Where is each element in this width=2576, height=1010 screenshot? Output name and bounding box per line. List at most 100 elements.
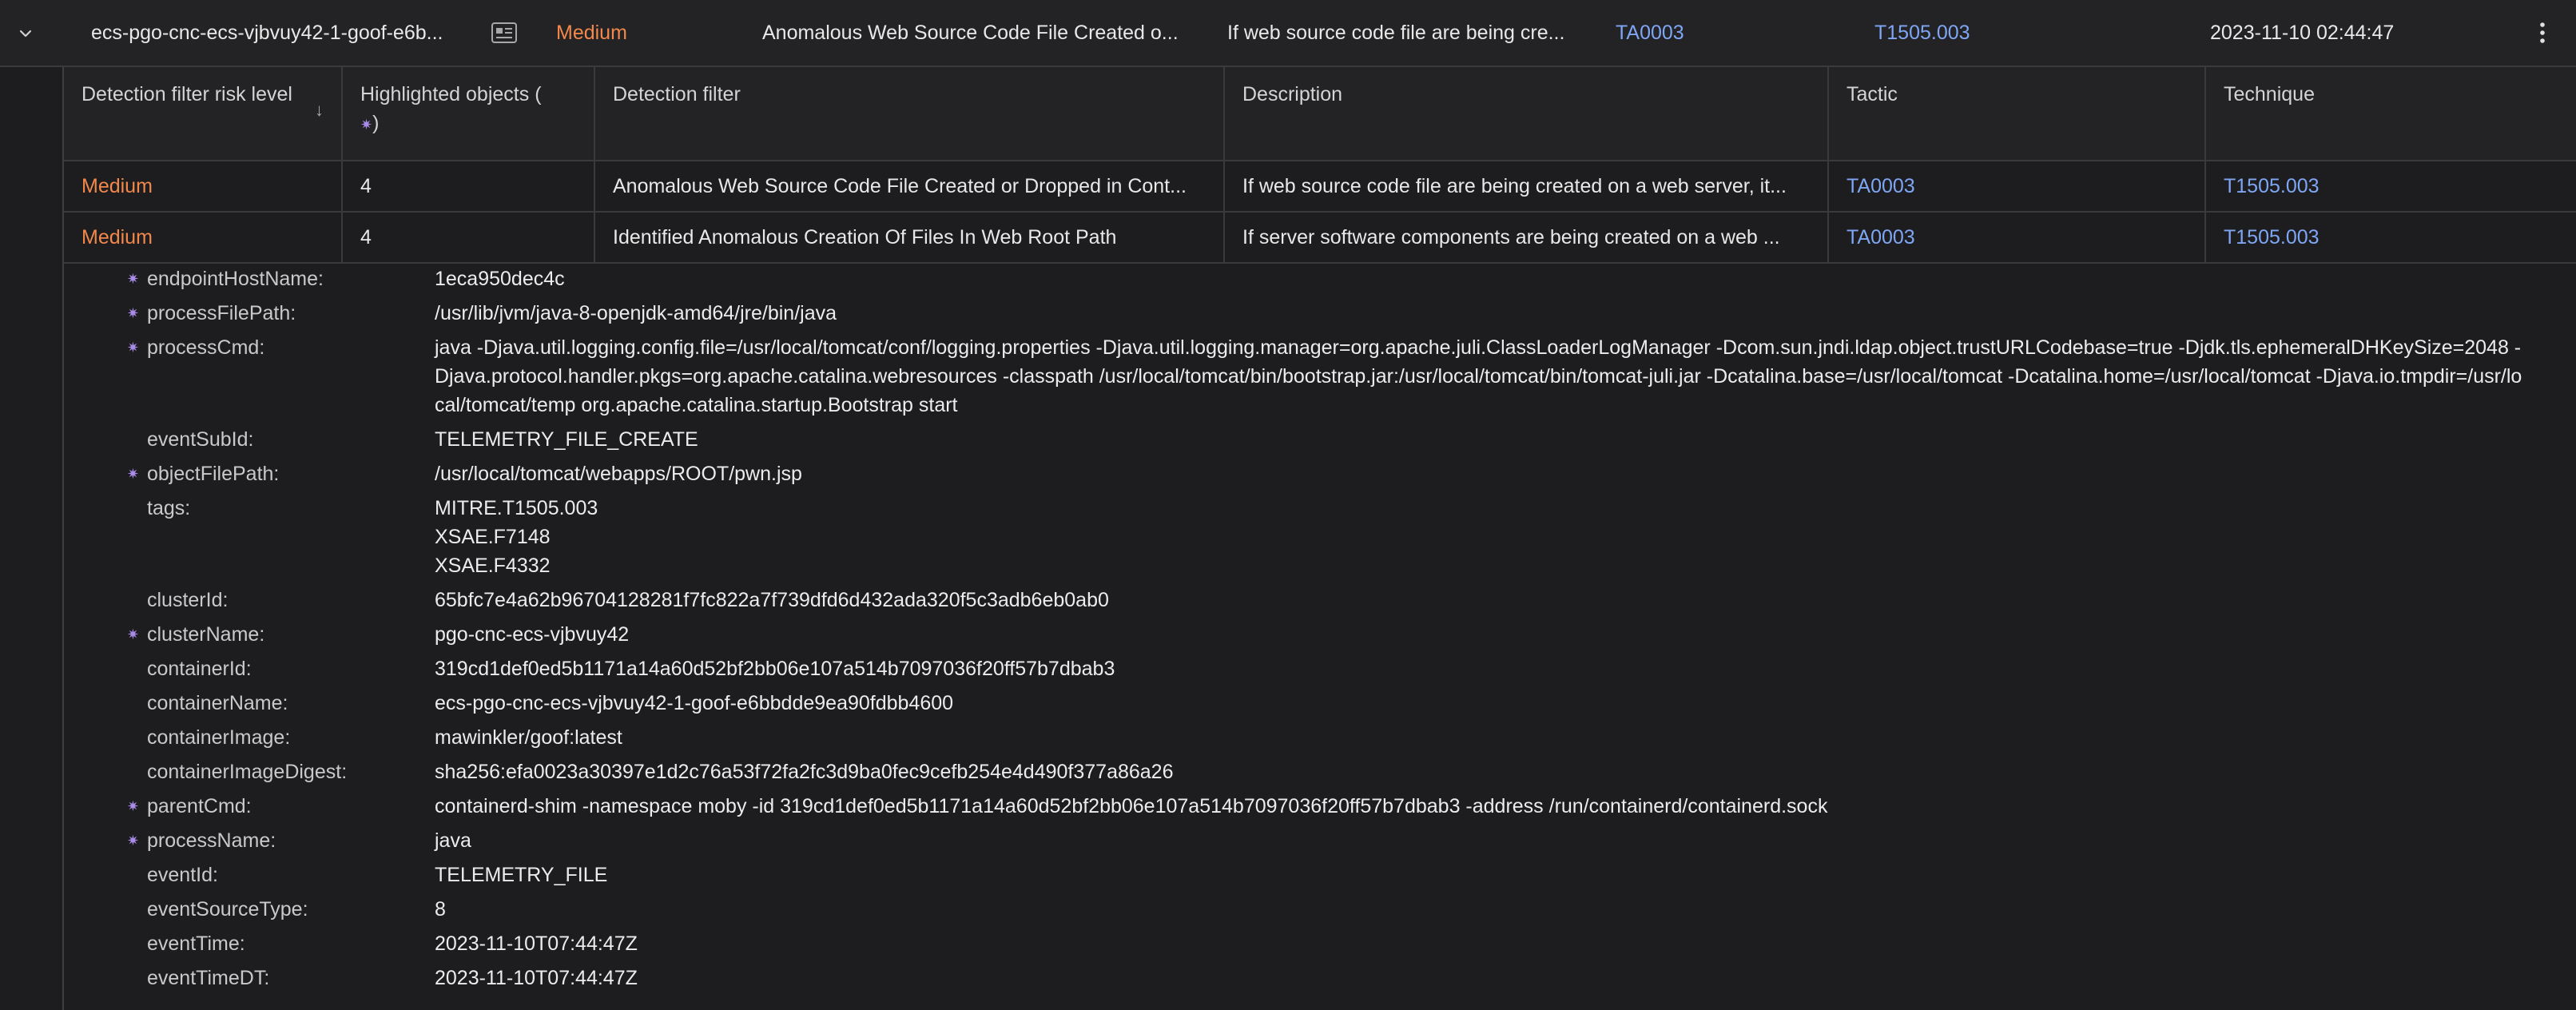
risk-level-cell: Medium <box>556 22 627 44</box>
field-key-cluster-name: clusterName: <box>147 623 265 646</box>
event-field-list: ✷ endpointHostName: 1eca950dec4c ✷ processFi… <box>64 259 2576 992</box>
field-key-event-sub-id: eventSubId: <box>147 428 254 451</box>
row-technique-link[interactable]: T1505.003 <box>2205 161 2576 213</box>
field-value-event-time[interactable]: 2023-11-10T07:44:47Z <box>435 929 2530 958</box>
column-header-tactic[interactable]: Tactic <box>1828 67 2206 161</box>
marker-spacer <box>64 723 147 752</box>
left-gutter <box>0 67 62 1010</box>
event-field-row: ✷ parentCmd: containerd-shim -namespace mo… <box>64 792 2576 821</box>
row-highlighted-count: 4 <box>342 212 595 264</box>
sort-arrow-icon[interactable]: ↓ <box>315 96 324 125</box>
field-key-tags: tags: <box>147 497 191 519</box>
field-value-event-time-dt[interactable]: 2023-11-10T07:44:47Z <box>435 964 2530 992</box>
field-value-endpoint-host-name[interactable]: 1eca950dec4c <box>435 264 2530 293</box>
field-value-container-id[interactable]: 319cd1def0ed5b1171a14a60d52bf2bb06e107a5… <box>435 654 2530 683</box>
table-row[interactable]: Medium 4 Anomalous Web Source Code File … <box>64 161 2576 213</box>
event-field-row: eventTime: 2023-11-10T07:44:47Z <box>64 929 2576 958</box>
highlight-dot-icon: ✷ <box>126 271 139 287</box>
marker-spacer <box>64 425 147 454</box>
detection-filter-cell: Anomalous Web Source Code File Created o… <box>762 22 1179 44</box>
row-risk: Medium <box>64 212 343 264</box>
field-key-container-image-digest: containerImageDigest: <box>147 761 348 783</box>
field-value-cluster-id[interactable]: 65bfc7e4a62b96704128281f7fc822a7f739dfd6… <box>435 586 2530 614</box>
highlight-dot-icon: ✷ <box>126 340 139 356</box>
event-field-row: eventSourceType: 8 <box>64 895 2576 924</box>
column-header-risk-label: Detection filter risk level <box>81 83 292 105</box>
event-field-row: eventId: TELEMETRY_FILE <box>64 861 2576 889</box>
kebab-menu-icon[interactable] <box>2533 19 2552 46</box>
event-field-row: containerId: 319cd1def0ed5b1171a14a60d52b… <box>64 654 2576 683</box>
event-field-row: ✷ endpointHostName: 1eca950dec4c <box>64 264 2576 293</box>
event-field-row: ✷ objectFilePath: /usr/local/tomcat/webapp… <box>64 459 2576 488</box>
field-key-container-id: containerId: <box>147 658 252 680</box>
row-tactic-link[interactable]: TA0003 <box>1828 161 2206 213</box>
field-value-container-image-digest[interactable]: sha256:efa0023a30397e1d2c76a53f72fa2fc3d… <box>435 758 2530 786</box>
event-field-row: ✷ clusterName: pgo-cnc-ecs-vjbvuy42 <box>64 620 2576 649</box>
field-value-event-source-type[interactable]: 8 <box>435 895 2530 924</box>
field-key-event-time: eventTime: <box>147 932 245 955</box>
highlight-dot-icon: ✷ <box>126 798 139 814</box>
field-key-event-id: eventId: <box>147 864 218 886</box>
marker-spacer <box>64 964 147 992</box>
expanded-event-details: Detection filter risk level ↓ Highlighted… <box>62 67 2576 1010</box>
field-key-cluster-id: clusterId: <box>147 589 229 611</box>
column-header-risk[interactable]: Detection filter risk level ↓ <box>64 67 343 161</box>
highlight-dot-icon: ✷ <box>126 833 139 849</box>
field-value-cluster-name[interactable]: pgo-cnc-ecs-vjbvuy42 <box>435 620 2530 649</box>
row-description: If web source code file are being create… <box>1224 161 1829 213</box>
event-field-row: containerImage: mawinkler/goof:latest <box>64 723 2576 752</box>
marker-spacer <box>64 758 147 786</box>
technique-link[interactable]: T1505.003 <box>1874 0 2066 66</box>
column-header-filter[interactable]: Detection filter <box>594 67 1225 161</box>
field-key-container-image: containerImage: <box>147 726 291 749</box>
column-header-technique[interactable]: Technique <box>2205 67 2576 161</box>
field-value-process-name[interactable]: java <box>435 826 2530 855</box>
field-key-parent-cmd: parentCmd: <box>147 795 252 817</box>
description-cell: If web source code file are being cre... <box>1227 22 1565 44</box>
detection-filter-table: Detection filter risk level ↓ Highlighted… <box>64 67 2576 264</box>
tactic-link[interactable]: TA0003 <box>1616 0 1775 66</box>
table-row[interactable]: Medium 4 Identified Anomalous Creation O… <box>64 212 2576 264</box>
row-highlighted-count: 4 <box>342 161 595 213</box>
field-value-tags[interactable]: MITRE.T1505.003 XSAE.F7148 XSAE.F4332 <box>435 494 2530 580</box>
event-field-row: tags: MITRE.T1505.003 XSAE.F7148 XSAE.F43… <box>64 494 2576 580</box>
column-header-description[interactable]: Description <box>1224 67 1829 161</box>
marker-spacer <box>64 929 147 958</box>
marker-spacer <box>64 654 147 683</box>
event-field-row: ✷ processName: java <box>64 826 2576 855</box>
row-technique-link[interactable]: T1505.003 <box>2205 212 2576 264</box>
field-value-object-file-path[interactable]: /usr/local/tomcat/webapps/ROOT/pwn.jsp <box>435 459 2530 488</box>
field-value-container-name[interactable]: ecs-pgo-cnc-ecs-vjbvuy42-1-goof-e6bbdde9… <box>435 689 2530 718</box>
highlight-dot-icon: ✷ <box>126 466 139 482</box>
event-summary-row[interactable]: ecs-pgo-cnc-ecs-vjbvuy42-1-goof-e6b... M… <box>0 0 2576 67</box>
row-filter: Identified Anomalous Creation Of Files I… <box>594 212 1225 264</box>
field-key-endpoint-host-name: endpointHostName: <box>147 268 324 290</box>
field-key-event-time-dt: eventTimeDT: <box>147 967 270 989</box>
highlight-dot-icon: ✷ <box>126 626 139 642</box>
row-filter: Anomalous Web Source Code File Created o… <box>594 161 1225 213</box>
card-details-icon[interactable] <box>491 21 518 45</box>
field-value-container-image[interactable]: mawinkler/goof:latest <box>435 723 2530 752</box>
row-tactic-link[interactable]: TA0003 <box>1828 212 2206 264</box>
field-key-event-source-type: eventSourceType: <box>147 898 308 921</box>
column-header-highlighted[interactable]: Highlighted objects ( ✷) <box>342 67 595 161</box>
field-key-process-cmd: processCmd: <box>147 336 265 359</box>
field-value-event-id[interactable]: TELEMETRY_FILE <box>435 861 2530 889</box>
marker-spacer <box>64 861 147 889</box>
row-risk: Medium <box>64 161 343 213</box>
field-value-event-sub-id[interactable]: TELEMETRY_FILE_CREATE <box>435 425 2530 454</box>
column-header-highlighted-end: ) <box>372 112 380 134</box>
endpoint-host-cell: ecs-pgo-cnc-ecs-vjbvuy42-1-goof-e6b... <box>91 22 443 44</box>
field-value-parent-cmd[interactable]: containerd-shim -namespace moby -id 319c… <box>435 792 2530 821</box>
timestamp-cell: 2023-11-10 02:44:47 <box>2210 22 2395 44</box>
field-key-container-name: containerName: <box>147 692 288 714</box>
column-header-highlighted-label: Highlighted objects ( <box>360 83 542 105</box>
table-header-row: Detection filter risk level ↓ Highlighted… <box>64 67 2576 161</box>
field-value-process-file-path[interactable]: /usr/lib/jvm/java-8-openjdk-amd64/jre/bi… <box>435 299 2530 328</box>
marker-spacer <box>64 895 147 924</box>
field-value-process-cmd[interactable]: java -Djava.util.logging.config.file=/us… <box>435 333 2530 420</box>
highlight-dot-icon: ✷ <box>360 117 373 133</box>
chevron-down-icon[interactable] <box>14 22 37 45</box>
event-field-row: containerImageDigest: sha256:efa0023a3039… <box>64 758 2576 786</box>
marker-spacer <box>64 586 147 614</box>
